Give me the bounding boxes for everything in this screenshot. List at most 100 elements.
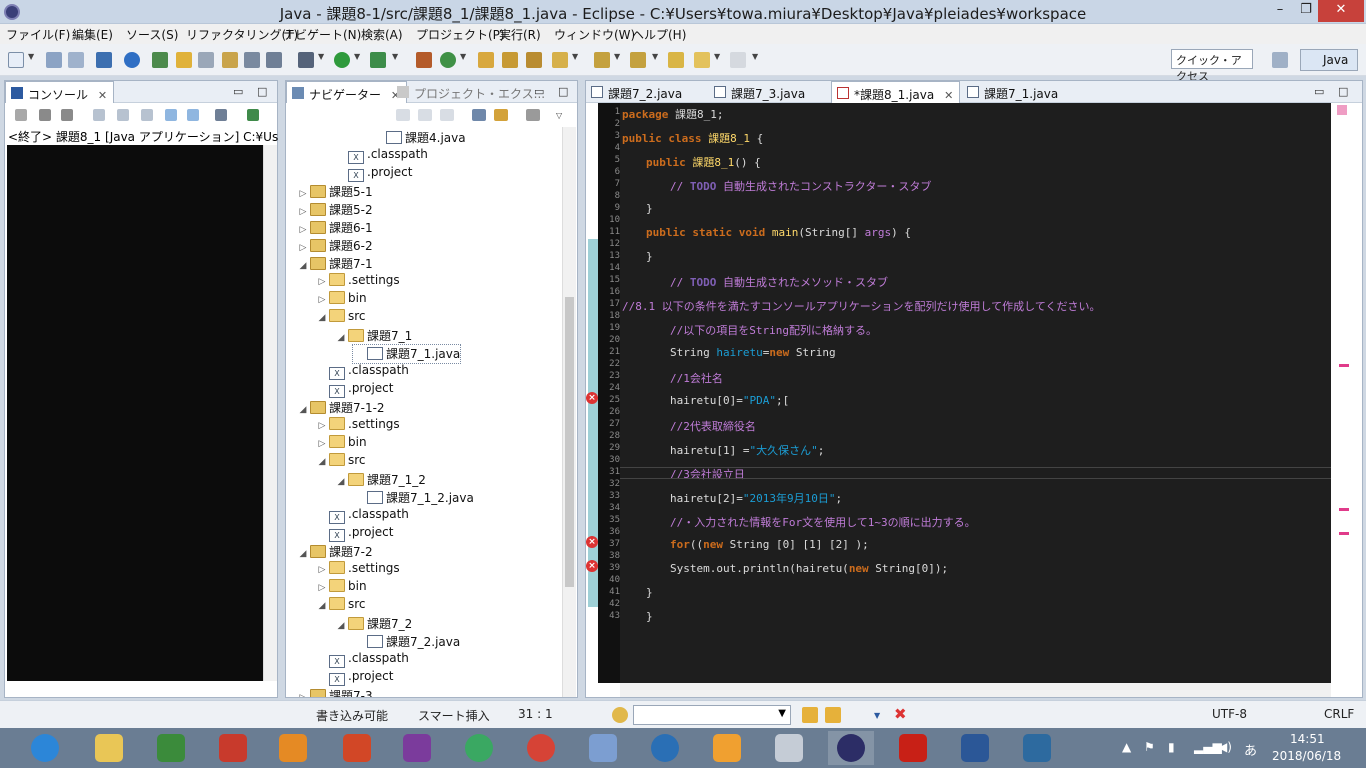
show-stderr-icon[interactable] — [187, 109, 199, 121]
clock-date[interactable]: 2018/06/18 — [1272, 749, 1341, 763]
up-icon[interactable] — [440, 109, 454, 121]
menu-search[interactable]: 検索(A) — [361, 26, 403, 43]
clock-time[interactable]: 14:51 — [1290, 732, 1325, 746]
expand-toggle-icon[interactable]: ▷ — [315, 421, 329, 431]
eclipse-icon[interactable] — [828, 731, 874, 765]
ie-icon[interactable] — [22, 731, 68, 765]
find-input[interactable]: ▼ — [633, 705, 791, 725]
task-icon[interactable] — [198, 52, 214, 68]
maximize-icon[interactable]: □ — [257, 85, 267, 98]
new-project-icon[interactable] — [416, 52, 432, 68]
tray-expand-icon[interactable]: ▲ — [1122, 740, 1131, 754]
expand-toggle-icon[interactable]: ▷ — [315, 295, 329, 305]
settings-icon[interactable] — [124, 52, 140, 68]
code-line[interactable]: public static void main(String[] args) { — [646, 226, 911, 250]
expand-toggle-icon[interactable]: ◢ — [296, 261, 310, 271]
tab-editor-2[interactable]: 課題7_3.java — [709, 81, 811, 103]
tree-item[interactable]: ◢ src — [315, 453, 366, 471]
toggle-icon[interactable] — [244, 52, 260, 68]
tree-item[interactable]: ◢ 課題7-1-2 — [296, 399, 385, 417]
thunderbird-icon[interactable] — [642, 731, 688, 765]
onenote-icon[interactable] — [394, 731, 440, 765]
tab-editor-4[interactable]: 課題7_1.java — [962, 81, 1064, 103]
code-line[interactable]: //・入力された情報をFor文を使用して1~3の順に出力する。 — [670, 514, 976, 538]
expand-toggle-icon[interactable]: ▷ — [315, 277, 329, 287]
editor-hscrollbar[interactable] — [620, 683, 1331, 697]
minimize-icon[interactable]: ▭ — [1314, 85, 1324, 98]
code-area[interactable]: package 課題8_1; public class 課題8_1 {public… — [620, 103, 1331, 683]
link-editor-icon[interactable] — [494, 109, 508, 121]
expand-toggle-icon[interactable]: ◢ — [334, 621, 348, 631]
solitaire-icon[interactable] — [210, 731, 256, 765]
expand-toggle-icon[interactable]: ▷ — [315, 583, 329, 593]
close-icon[interactable]: ✖ — [894, 705, 907, 723]
chevron-down-icon[interactable]: ▼ — [318, 52, 324, 61]
quick-access-field[interactable]: クイック・アクセス — [1171, 49, 1253, 83]
menu-window[interactable]: ウィンドウ(W) — [554, 26, 635, 43]
tree-item[interactable]: X .project — [315, 669, 393, 687]
code-line[interactable]: String hairetu=new String — [670, 346, 836, 370]
error-marker[interactable] — [1339, 364, 1349, 367]
tree-item[interactable]: ▷ 課題6-1 — [296, 219, 373, 237]
code-line[interactable]: hairetu[2]="2013年9月10日"; — [670, 490, 842, 514]
debug-icon[interactable] — [298, 52, 314, 68]
navigator-scrollbar[interactable] — [562, 127, 576, 697]
tree-item[interactable]: ▷ 課題7-3 — [296, 687, 373, 697]
error-icon[interactable]: × — [586, 536, 598, 548]
tab-editor-3[interactable]: *課題8_1.java ✕ — [831, 81, 961, 103]
save-all-icon[interactable] — [68, 52, 84, 68]
chevron-down-icon[interactable]: ▼ — [28, 52, 34, 61]
package-explorer-icon[interactable] — [526, 52, 542, 68]
chevron-down-icon[interactable]: ▼ — [874, 711, 880, 720]
outlook-icon[interactable] — [270, 731, 316, 765]
view-menu-icon[interactable]: ▽ — [556, 111, 562, 120]
chevron-down-icon[interactable]: ▼ — [778, 708, 786, 719]
close-button[interactable]: ✕ — [1318, 0, 1364, 22]
error-summary-icon[interactable] — [1337, 105, 1347, 115]
expand-toggle-icon[interactable]: ◢ — [296, 549, 310, 559]
media-player-icon[interactable] — [704, 731, 750, 765]
maximize-icon[interactable]: □ — [558, 85, 568, 98]
code-line[interactable]: package 課題8_1; — [622, 106, 723, 130]
code-line[interactable]: } — [646, 610, 653, 634]
volume-icon[interactable]: ◀) — [1218, 740, 1232, 754]
chrome-icon[interactable] — [518, 731, 564, 765]
tree-item[interactable]: ◢ 課題7_2 — [334, 615, 412, 633]
ime-indicator[interactable]: あ — [1244, 740, 1257, 759]
tree-item[interactable]: X .classpath — [315, 507, 409, 525]
chevron-down-icon[interactable]: ▼ — [392, 52, 398, 61]
show-stdout-icon[interactable] — [165, 109, 177, 121]
tree-item[interactable]: ◢ 課題7-2 — [296, 543, 373, 561]
chevron-down-icon[interactable]: ▼ — [354, 52, 360, 61]
tree-item[interactable]: X .classpath — [334, 147, 428, 165]
minimize-icon[interactable]: ▭ — [233, 85, 243, 98]
tree-item[interactable]: X .project — [315, 381, 393, 399]
atom-icon[interactable] — [456, 731, 502, 765]
tree-item[interactable]: 課題7_1.java — [351, 344, 462, 364]
console-output[interactable] — [7, 145, 263, 681]
code-line[interactable]: public 課題8_1() { — [646, 154, 761, 178]
code-line[interactable]: } — [646, 202, 653, 226]
powerpoint-icon[interactable] — [334, 731, 380, 765]
snipping-tool-icon[interactable] — [766, 731, 812, 765]
paragraph-icon[interactable] — [266, 52, 282, 68]
expand-toggle-icon[interactable]: ▷ — [296, 693, 310, 697]
expand-toggle-icon[interactable]: ◢ — [334, 333, 348, 343]
code-line[interactable]: //2代表取締役名 — [670, 418, 756, 442]
annotation-prev-icon[interactable] — [630, 52, 646, 68]
tree-item[interactable]: ▷ .settings — [315, 561, 400, 579]
chevron-down-icon[interactable]: ▼ — [752, 52, 758, 61]
open-package-icon[interactable] — [478, 52, 494, 68]
acrobat-icon[interactable] — [890, 731, 936, 765]
chevron-down-icon[interactable]: ▼ — [714, 52, 720, 61]
clear-console-icon[interactable] — [93, 109, 105, 121]
tab-console[interactable]: コンソール ✕ — [5, 81, 115, 103]
filter-icon[interactable] — [526, 109, 540, 121]
back-icon[interactable] — [694, 52, 710, 68]
new-class-icon[interactable] — [440, 52, 456, 68]
chevron-down-icon[interactable]: ▼ — [614, 52, 620, 61]
remove-launch-icon[interactable] — [39, 109, 51, 121]
console-scrollbar[interactable] — [263, 145, 277, 681]
tree-item[interactable]: ◢ src — [315, 597, 366, 615]
code-line[interactable]: // TODO 自動生成されたコンストラクター・スタブ — [670, 178, 931, 202]
